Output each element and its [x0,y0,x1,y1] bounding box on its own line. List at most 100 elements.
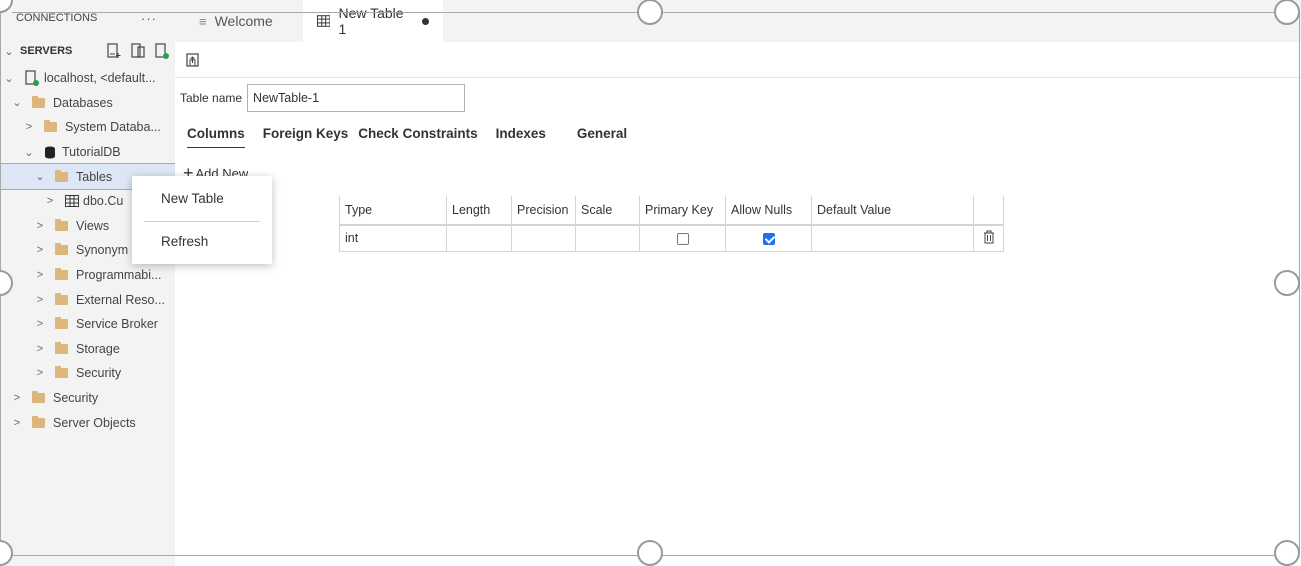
folder-icon [32,391,45,404]
length-cell[interactable] [446,225,512,252]
table-name-label: Table name [180,91,243,105]
column-header-default-value[interactable]: Default Value [811,196,974,226]
tab-check-constraints[interactable]: Check Constraints [358,126,477,148]
tree-item-system-databases[interactable]: > System Databa... [0,115,175,140]
primary-key-checkbox[interactable] [676,232,689,245]
tree-item-server-security[interactable]: > Security [0,386,175,411]
tree-item-label: System Databa... [65,120,161,135]
new-server-group-icon[interactable] [130,43,146,59]
chevron-right-icon[interactable]: > [33,318,47,330]
column-header-precision[interactable]: Precision [511,196,576,226]
tree-item-label: Service Broker [76,317,158,332]
tree-item-localhost[interactable]: ⌄ localhost, <default... [0,66,175,91]
chevron-right-icon[interactable]: > [33,294,47,306]
resize-handle-top-right[interactable] [1274,0,1300,25]
resize-handle-bottom[interactable] [637,540,663,566]
table-row: int [339,225,1004,252]
new-connection-icon[interactable] [106,43,122,59]
chevron-right-icon[interactable]: > [33,367,47,379]
tree-item-label: Storage [76,341,120,356]
folder-icon [32,95,45,108]
chevron-down-icon[interactable]: ⌄ [22,146,36,159]
tab-welcome[interactable]: ≡ Welcome [185,0,287,42]
menu-item-refresh[interactable]: Refresh [161,234,208,249]
resize-handle-right[interactable] [1274,270,1300,296]
folder-icon [55,317,68,330]
servers-title: SERVERS [20,45,73,57]
trash-icon[interactable] [983,230,995,244]
tree-item-databases[interactable]: ⌄ Databases [0,91,175,116]
server-connected-icon [25,70,39,87]
column-header-length[interactable]: Length [446,196,512,226]
active-connections-icon[interactable] [154,43,170,59]
table-name-input[interactable] [247,84,466,112]
type-cell[interactable]: int [339,225,447,252]
chevron-down-icon[interactable]: ⌄ [2,72,16,85]
menu-item-new-table[interactable]: New Table [161,191,224,206]
tree-item-label: Programmabi... [76,268,162,283]
columns-grid: Type Length Precision Scale Primary Key … [339,196,1004,252]
unsaved-dot-icon[interactable] [422,17,429,25]
tree-item-db-security[interactable]: > Security [0,361,175,386]
chevron-right-icon[interactable]: > [33,220,47,232]
tree-item-service-broker[interactable]: > Service Broker [0,312,175,337]
folder-icon [44,120,57,133]
chevron-down-icon[interactable]: ⌄ [33,170,47,183]
tab-foreign-keys[interactable]: Foreign Keys [263,126,349,148]
chevron-right-icon[interactable]: > [43,195,57,207]
tree-item-label: Server Objects [53,415,136,430]
tree-item-server-objects[interactable]: > Server Objects [0,410,175,435]
tree-item-external-resources[interactable]: > External Reso... [0,287,175,312]
column-header-type[interactable]: Type [339,196,447,226]
tree-item-tutorialdb[interactable]: ⌄ TutorialDB [0,140,175,165]
context-menu: New Table Refresh [132,176,272,264]
tab-indexes[interactable]: Indexes [496,126,546,148]
chevron-right-icon[interactable]: > [33,269,47,281]
tab-label: New Table 1 [338,5,404,37]
folder-icon [55,341,68,354]
table-icon [65,195,79,208]
tree-item-programmability[interactable]: > Programmabi... [0,263,175,288]
tab-general[interactable]: General [577,126,627,148]
tree-item-label: localhost, <default... [44,71,156,86]
connections-title: CONNECTIONS [16,12,98,24]
delete-cell [973,225,1004,252]
tree-item-label: Tables [76,169,113,184]
publish-changes-icon[interactable] [185,52,201,68]
tree-item-label: Synonym [76,243,129,258]
column-header-allow-nulls[interactable]: Allow Nulls [725,196,812,226]
tab-columns[interactable]: Columns [187,126,245,148]
chevron-right-icon[interactable]: > [10,417,24,429]
folder-icon [55,268,68,281]
tab-new-table[interactable]: New Table 1 [303,0,443,42]
tree-item-label: Databases [53,95,113,110]
scale-cell[interactable] [575,225,640,252]
precision-cell[interactable] [511,225,576,252]
database-icon [45,146,55,159]
chevron-right-icon[interactable]: > [33,244,47,256]
allow-nulls-checkbox[interactable] [762,232,775,245]
resize-handle-top[interactable] [637,0,663,25]
column-header-scale[interactable]: Scale [575,196,640,226]
folder-icon [55,218,68,231]
folder-icon [55,243,68,256]
welcome-icon: ≡ [199,13,207,29]
folder-icon [32,415,45,428]
resize-handle-bottom-right[interactable] [1274,540,1300,566]
chevron-down-icon[interactable]: ⌄ [10,96,24,109]
chevron-right-icon[interactable]: > [10,392,24,404]
connections-sidebar: CONNECTIONS ··· ⌄ SERVERS ⌄ localhost, <… [0,0,175,566]
chevron-right-icon[interactable]: > [22,121,36,133]
table-name-row: Table name [180,84,466,112]
table-designer: Table name Columns Foreign Keys Check Co… [175,42,1301,566]
chevron-down-icon[interactable]: ⌄ [2,45,16,58]
servers-section-header[interactable]: ⌄ SERVERS [0,36,175,66]
tree-item-storage[interactable]: > Storage [0,337,175,362]
tab-label: Welcome [214,13,273,29]
tree-item-label: Views [76,218,110,233]
allow-nulls-cell [725,225,812,252]
chevron-right-icon[interactable]: > [33,343,47,355]
designer-tabs: Columns Foreign Keys Check Constraints I… [187,126,645,148]
default-value-cell[interactable] [811,225,974,252]
column-header-primary-key[interactable]: Primary Key [639,196,726,226]
